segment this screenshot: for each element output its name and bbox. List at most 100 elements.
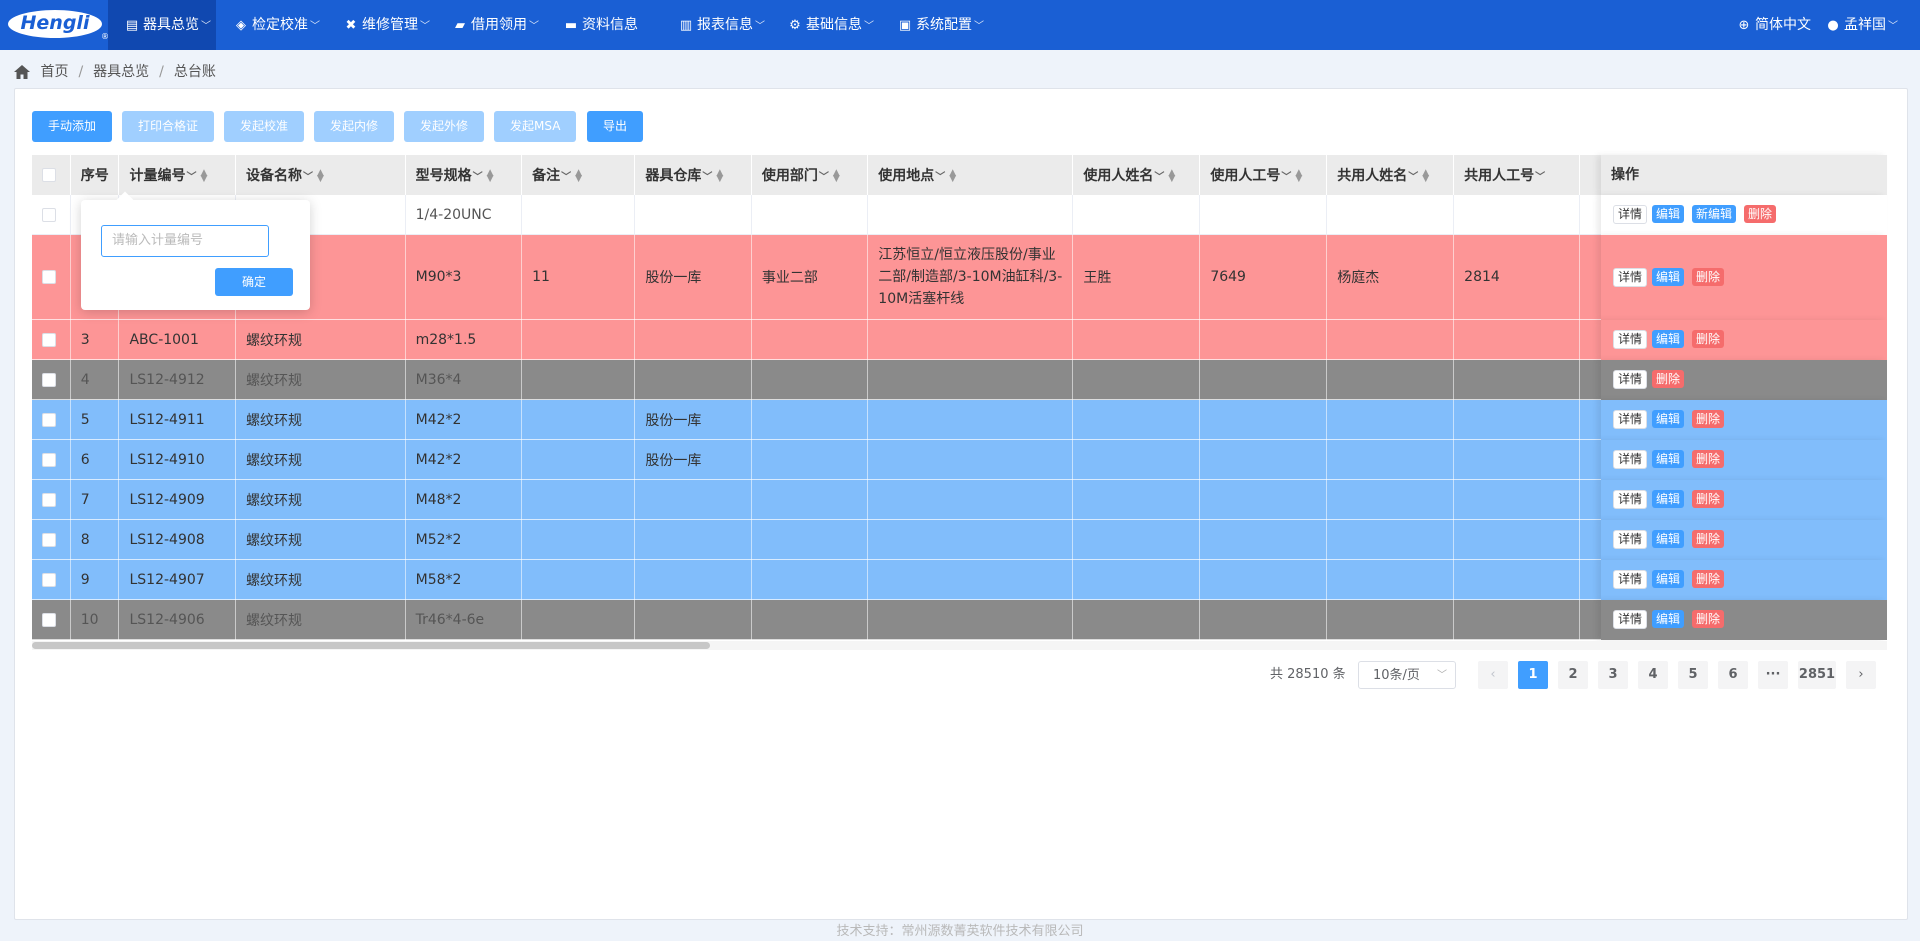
col-header-model[interactable]: 型号规格﹀ ▲ ▼ xyxy=(405,155,523,195)
scrollbar-thumb[interactable] xyxy=(32,642,710,649)
select-all-checkbox[interactable] xyxy=(42,168,56,182)
row-checkbox[interactable] xyxy=(42,332,56,347)
edit-button[interactable]: 编辑 xyxy=(1652,410,1685,428)
delete-button[interactable]: 删除 xyxy=(1744,205,1777,223)
hengli-logo[interactable]: Hengli ® xyxy=(6,8,109,41)
col-header-user[interactable]: 使用人姓名﹀ ▲ ▼ xyxy=(1072,155,1201,195)
col-header-co-user-no[interactable]: 共用人工号﹀ xyxy=(1453,155,1580,195)
filter-dropdown-icon[interactable]: ﹀ xyxy=(1535,172,1545,183)
page-1[interactable]: 1 xyxy=(1518,661,1548,689)
breadcrumb-overview[interactable]: 器具总览 xyxy=(93,64,149,80)
code-filter-input[interactable]: 请输入计量编号 xyxy=(101,225,269,257)
nav-item-system-config[interactable]: ▣ 系统配置 ﹀ xyxy=(897,0,984,50)
row-checkbox[interactable] xyxy=(42,532,56,547)
edit-button[interactable]: 编辑 xyxy=(1652,530,1685,548)
row-checkbox[interactable] xyxy=(42,207,56,222)
row-select-cell[interactable] xyxy=(32,195,71,235)
edit-button[interactable]: 编辑 xyxy=(1652,267,1685,286)
delete-button[interactable]: 删除 xyxy=(1692,490,1725,508)
detail-button[interactable]: 详情 xyxy=(1613,205,1648,224)
page-6[interactable]: 6 xyxy=(1718,661,1748,689)
start-internal-repair-button[interactable]: 发起内修 xyxy=(314,111,395,142)
print-certificate-button[interactable]: 打印合格证 xyxy=(122,111,215,142)
filter-dropdown-icon[interactable]: ﹀ xyxy=(303,172,313,183)
delete-button[interactable]: 删除 xyxy=(1692,330,1725,348)
new-edit-button[interactable]: 新编辑 xyxy=(1692,205,1737,223)
sort-icon[interactable]: ▲ ▼ xyxy=(317,169,324,184)
filter-dropdown-icon[interactable]: ﹀ xyxy=(702,172,712,183)
filter-dropdown-icon[interactable]: ﹀ xyxy=(561,172,571,183)
col-header-code[interactable]: 计量编号﹀ ▲ ▼ xyxy=(118,155,236,195)
delete-button[interactable]: 删除 xyxy=(1692,410,1725,428)
row-select-cell[interactable] xyxy=(32,399,71,440)
delete-button[interactable]: 删除 xyxy=(1692,610,1725,628)
delete-button[interactable]: 删除 xyxy=(1692,530,1725,548)
edit-button[interactable]: 编辑 xyxy=(1652,610,1685,628)
row-select-cell[interactable] xyxy=(32,234,71,320)
sort-icon[interactable]: ▲ ▼ xyxy=(200,169,207,184)
nav-item-repair[interactable]: ✖ 维修管理 ﹀ xyxy=(343,0,430,50)
row-checkbox[interactable] xyxy=(42,492,56,507)
row-checkbox[interactable] xyxy=(42,572,56,587)
col-header-remark[interactable]: 备注﹀ ▲ ▼ xyxy=(521,155,636,195)
row-select-cell[interactable] xyxy=(32,599,71,640)
delete-button[interactable]: 删除 xyxy=(1692,267,1725,286)
sort-icon[interactable]: ▲ ▼ xyxy=(575,169,582,184)
export-button[interactable]: 导出 xyxy=(587,111,644,142)
row-checkbox[interactable] xyxy=(42,270,56,284)
row-select-cell[interactable] xyxy=(32,359,71,400)
page-size-select[interactable]: 10条/页 ﹀ xyxy=(1358,661,1456,689)
confirm-button[interactable]: 确定 xyxy=(215,268,293,296)
language-switch[interactable]: ⊕ 简体中文 xyxy=(1736,0,1811,50)
sort-icon[interactable]: ▲ ▼ xyxy=(949,169,956,184)
next-page-button[interactable]: › xyxy=(1846,661,1876,689)
edit-button[interactable]: 编辑 xyxy=(1652,330,1685,348)
edit-button[interactable]: 编辑 xyxy=(1652,490,1685,508)
prev-page-button[interactable]: ‹ xyxy=(1478,661,1508,689)
start-calibration-button[interactable]: 发起校准 xyxy=(224,111,305,142)
col-header-co-user[interactable]: 共用人姓名﹀ ▲ ▼ xyxy=(1326,155,1455,195)
detail-button[interactable]: 详情 xyxy=(1613,330,1648,349)
start-external-repair-button[interactable]: 发起外修 xyxy=(404,111,485,142)
sort-icon[interactable]: ▲ ▼ xyxy=(1295,169,1302,184)
col-header-warehouse[interactable]: 器具仓库﹀ ▲ ▼ xyxy=(634,155,752,195)
page-3[interactable]: 3 xyxy=(1598,661,1628,689)
filter-dropdown-icon[interactable]: ﹀ xyxy=(186,172,196,183)
edit-button[interactable]: 编辑 xyxy=(1652,450,1685,468)
row-checkbox[interactable] xyxy=(42,612,56,627)
filter-dropdown-icon[interactable]: ﹀ xyxy=(1281,172,1291,183)
sort-icon[interactable]: ▲ ▼ xyxy=(833,169,840,184)
filter-dropdown-icon[interactable]: ﹀ xyxy=(473,172,483,183)
filter-dropdown-icon[interactable]: ﹀ xyxy=(1408,172,1418,183)
col-header-name[interactable]: 设备名称﹀ ▲ ▼ xyxy=(235,155,406,195)
breadcrumb-home[interactable]: 首页 xyxy=(40,64,68,80)
detail-button[interactable]: 详情 xyxy=(1613,610,1648,629)
nav-item-documents[interactable]: ▬ 资料信息 xyxy=(563,0,638,50)
detail-button[interactable]: 详情 xyxy=(1613,530,1648,549)
row-select-cell[interactable] xyxy=(32,559,71,600)
filter-dropdown-icon[interactable]: ﹀ xyxy=(819,172,829,183)
sort-icon[interactable]: ▲ ▼ xyxy=(1168,169,1175,184)
col-header-dept[interactable]: 使用部门﹀ ▲ ▼ xyxy=(751,155,869,195)
nav-item-calibration[interactable]: ◈ 检定校准 ﹀ xyxy=(233,0,320,50)
detail-button[interactable]: 详情 xyxy=(1613,410,1648,429)
start-msa-button[interactable]: 发起MSA xyxy=(494,111,577,142)
nav-item-reports[interactable]: ▥ 报表信息 ﹀ xyxy=(678,0,765,50)
detail-button[interactable]: 详情 xyxy=(1613,267,1648,287)
manual-add-button[interactable]: 手动添加 xyxy=(32,111,113,142)
delete-button[interactable]: 删除 xyxy=(1652,370,1685,388)
col-header-user-no[interactable]: 使用人工号﹀ ▲ ▼ xyxy=(1199,155,1328,195)
edit-button[interactable]: 编辑 xyxy=(1652,205,1685,223)
row-select-cell[interactable] xyxy=(32,319,71,360)
horizontal-scrollbar[interactable] xyxy=(32,641,1887,650)
detail-button[interactable]: 详情 xyxy=(1613,370,1648,389)
detail-button[interactable]: 详情 xyxy=(1613,490,1648,509)
delete-button[interactable]: 删除 xyxy=(1692,570,1725,588)
user-menu[interactable]: ● 孟祥国 ﹀ xyxy=(1825,0,1898,50)
col-header-location[interactable]: 使用地点﹀ ▲ ▼ xyxy=(867,155,1074,195)
row-checkbox[interactable] xyxy=(42,372,56,387)
row-select-cell[interactable] xyxy=(32,479,71,520)
nav-item-borrow[interactable]: ▰ 借用领用 ﹀ xyxy=(452,0,539,50)
more-pages-ellipsis[interactable]: ··· xyxy=(1758,661,1788,689)
filter-dropdown-icon[interactable]: ﹀ xyxy=(935,172,945,183)
